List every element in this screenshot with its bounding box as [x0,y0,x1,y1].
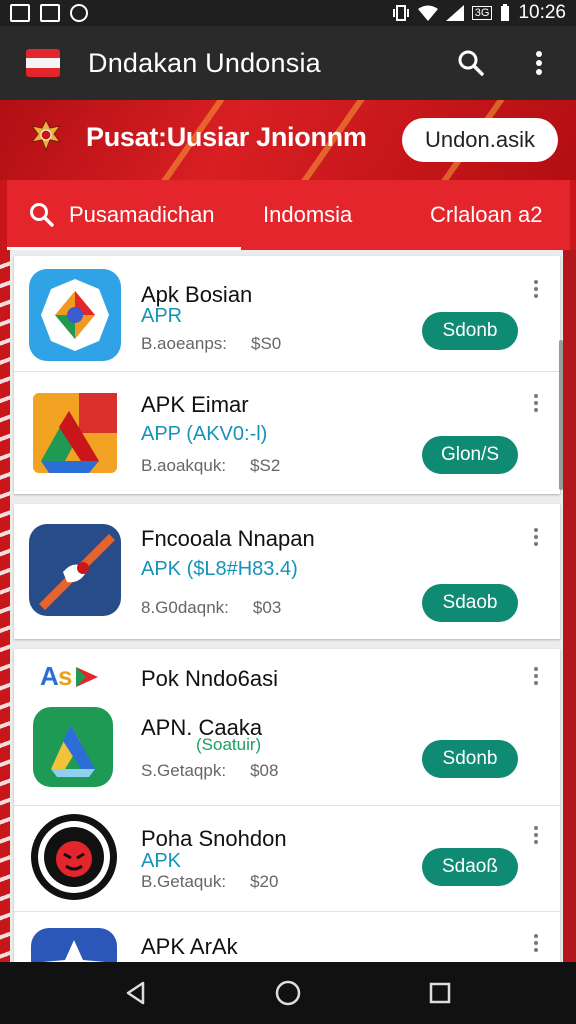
list-item[interactable]: APK Eimar APP (AKV0:-l) B.aoakquk: $S2 Gl… [14,371,560,493]
app-icon [31,928,117,962]
decorative-side-panel [562,250,576,962]
app-name: APK Eimar [141,392,249,417]
more-options-button[interactable] [532,934,540,952]
signal-icon [445,5,464,21]
app-price: $S2 [250,456,281,475]
install-button[interactable]: Sdaoß [422,848,518,886]
app-list: Apk Bosian APR B.aoeanps: $S0 Sdonb APK E… [10,250,563,962]
app-meta: 8.G0daqnk: $03 [141,598,282,617]
list-item[interactable]: Fncooala Nnapan APK ($L8#H83.4) 8.G0daqn… [14,504,560,639]
recents-square-icon [429,982,451,1004]
scrollbar[interactable] [559,340,563,490]
navigation-bar [0,962,576,1024]
triangle-logo-icon [33,393,117,473]
app-price: $20 [250,872,279,891]
more-options-button[interactable] [532,394,540,412]
star-logo-icon [43,940,105,962]
tab-label: Pusamadichan [69,202,215,227]
home-button[interactable] [268,973,308,1013]
colorful-octagon-icon [41,279,109,351]
app-bar: Dndakan Undonsia [0,26,576,100]
drive-logo-icon [51,725,95,777]
app-card: Apk Bosian APR B.aoeanps: $S0 Sdonb APK E… [14,256,560,494]
more-options-button[interactable] [532,280,540,298]
as-logo-icon: A s [40,661,98,691]
wifi-icon [417,5,438,21]
app-notification-icon [40,4,60,22]
app-subtitle: APR [141,305,183,327]
more-vert-icon [536,51,542,75]
decorative-stripes [0,250,10,962]
image-notification-icon [10,4,30,22]
app-subtitle: APP (AKV0:-l) [141,423,268,445]
app-name: Poha Snohdon [141,826,287,851]
app-icon [33,707,113,787]
list-item[interactable]: Poha Snohdon APK B.Getaquk: $20 Sdaoß [14,805,560,911]
tab-crlaloan[interactable]: Crlaloan a2 [426,180,543,250]
list-item[interactable]: APK ArAk [14,911,560,962]
banner-pill-button[interactable]: Undon.asik [402,118,558,162]
hero-banner: Pusat:Uusiar Jnionnm Undon.asik [0,100,576,180]
tab-pusamadichan[interactable]: Pusamadichan [7,180,241,250]
app-meta: B.aoakquk: $S2 [141,456,281,475]
tab-indomsia[interactable]: Indomsia [241,180,426,250]
network-type-label: 3G [471,6,493,20]
status-bar: 3G 10:26 [0,0,576,26]
banner-title: Pusat:Uusiar Jnionnm [86,122,367,152]
search-icon [458,50,484,76]
app-icon [29,269,121,361]
app-name: APK ArAk [141,934,238,959]
sync-notification-icon [70,4,88,22]
tab-bar: Pusamadichan Indomsia Crlaloan a2 [7,180,570,250]
app-card: Fncooala Nnapan APK ($L8#H83.4) 8.G0daqn… [14,504,560,639]
compass-logo-icon [39,534,115,610]
app-price: $08 [250,761,279,780]
tab-label: Crlaloan a2 [430,202,543,227]
overflow-menu-button[interactable] [524,48,554,78]
app-meta: S.Getaqpk: $08 [141,761,279,780]
install-button[interactable]: Sdaob [422,584,518,622]
app-card: A s Pok Nndo6asi APN. Caaka (Soatuir) S.… [14,649,560,962]
flag-icon [26,49,60,77]
app-price: $S0 [251,334,282,353]
garuda-emblem-icon [30,118,62,152]
app-name: Fncooala Nnapan [141,526,315,551]
app-icon [29,387,121,479]
app-subtitle: (Soatuir) [196,735,262,754]
svg-text:A: A [40,661,59,691]
clock: 10:26 [518,2,566,23]
app-price: $03 [252,598,282,617]
more-options-button[interactable] [532,826,540,844]
list-item[interactable]: A s Pok Nndo6asi APN. Caaka (Soatuir) S.… [14,649,560,805]
vibrate-icon [392,5,409,21]
back-button[interactable] [116,973,156,1013]
app-icon [29,524,121,616]
install-button[interactable]: Glon/S [422,436,518,474]
more-options-button[interactable] [532,528,540,546]
tab-label: Indomsia [263,202,353,227]
search-icon [30,203,54,227]
mascot-logo-icon [38,821,110,893]
more-options-button[interactable] [532,667,540,685]
install-button[interactable]: Sdonb [422,312,518,350]
home-circle-icon [275,980,301,1006]
search-button[interactable] [456,48,486,78]
app-title: Dndakan Undonsia [88,47,321,78]
recents-button[interactable] [420,973,460,1013]
app-subtitle: APK [141,850,182,872]
battery-icon [501,4,510,21]
back-triangle-icon [126,981,145,1005]
install-button[interactable]: Sdonb [422,740,518,778]
app-icon [31,814,117,900]
svg-text:s: s [58,661,72,691]
app-subtitle: APK ($L8#H83.4) [141,558,298,580]
app-meta: B.aoeanps: $S0 [141,334,282,353]
section-header-title: Pok Nndo6asi [141,666,278,691]
list-item[interactable]: Apk Bosian APR B.aoeanps: $S0 Sdonb [14,256,560,371]
app-meta: B.Getaquk: $20 [141,872,279,891]
